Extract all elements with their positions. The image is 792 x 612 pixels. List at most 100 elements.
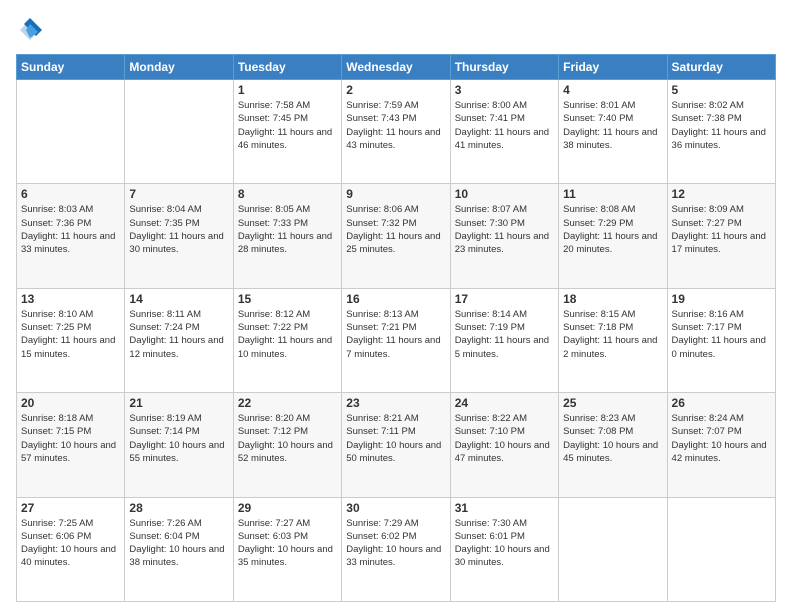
calendar-cell: 25 Sunrise: 8:23 AM Sunset: 7:08 PM Dayli… — [559, 393, 667, 497]
calendar-cell: 30 Sunrise: 7:29 AM Sunset: 6:02 PM Dayli… — [342, 497, 450, 601]
calendar-body: 1 Sunrise: 7:58 AM Sunset: 7:45 PM Daylig… — [17, 80, 776, 602]
day-info: Sunrise: 8:15 AM Sunset: 7:18 PM Dayligh… — [563, 308, 662, 361]
weekday-header-thursday: Thursday — [450, 55, 558, 80]
calendar-cell: 1 Sunrise: 7:58 AM Sunset: 7:45 PM Daylig… — [233, 80, 341, 184]
day-info: Sunrise: 8:02 AM Sunset: 7:38 PM Dayligh… — [672, 99, 771, 152]
calendar-cell: 16Sunrise: 8:13 AM Sunset: 7:21 PM Dayli… — [342, 288, 450, 392]
calendar-cell: 26 Sunrise: 8:24 AM Sunset: 7:07 PM Dayli… — [667, 393, 775, 497]
day-number: 12 — [672, 187, 771, 201]
calendar-cell: 8Sunrise: 8:05 AM Sunset: 7:33 PM Daylig… — [233, 184, 341, 288]
calendar-cell — [17, 80, 125, 184]
day-number: 23 — [346, 396, 445, 410]
calendar-cell: 13 Sunrise: 8:10 AM Sunset: 7:25 PM Dayli… — [17, 288, 125, 392]
day-info: Sunrise: 8:11 AM Sunset: 7:24 PM Dayligh… — [129, 308, 228, 361]
weekday-header-tuesday: Tuesday — [233, 55, 341, 80]
calendar-cell: 10 Sunrise: 8:07 AM Sunset: 7:30 PM Dayli… — [450, 184, 558, 288]
day-number: 16 — [346, 292, 445, 306]
day-number: 18 — [563, 292, 662, 306]
calendar-cell: 4 Sunrise: 8:01 AM Sunset: 7:40 PM Daylig… — [559, 80, 667, 184]
logo-icon — [16, 16, 44, 44]
day-number: 7 — [129, 187, 228, 201]
calendar-week-2: 6Sunrise: 8:03 AM Sunset: 7:36 PM Daylig… — [17, 184, 776, 288]
day-info: Sunrise: 8:07 AM Sunset: 7:30 PM Dayligh… — [455, 203, 554, 256]
calendar-cell: 3Sunrise: 8:00 AM Sunset: 7:41 PM Daylig… — [450, 80, 558, 184]
day-number: 22 — [238, 396, 337, 410]
calendar-cell: 22Sunrise: 8:20 AM Sunset: 7:12 PM Dayli… — [233, 393, 341, 497]
calendar-cell — [667, 497, 775, 601]
day-info: Sunrise: 8:01 AM Sunset: 7:40 PM Dayligh… — [563, 99, 662, 152]
calendar-week-3: 13 Sunrise: 8:10 AM Sunset: 7:25 PM Dayli… — [17, 288, 776, 392]
day-info: Sunrise: 8:08 AM Sunset: 7:29 PM Dayligh… — [563, 203, 662, 256]
calendar-cell: 31 Sunrise: 7:30 AM Sunset: 6:01 PM Dayli… — [450, 497, 558, 601]
day-number: 15 — [238, 292, 337, 306]
calendar-cell: 6Sunrise: 8:03 AM Sunset: 7:36 PM Daylig… — [17, 184, 125, 288]
weekday-row: SundayMondayTuesdayWednesdayThursdayFrid… — [17, 55, 776, 80]
calendar-cell: 15 Sunrise: 8:12 AM Sunset: 7:22 PM Dayli… — [233, 288, 341, 392]
day-number: 29 — [238, 501, 337, 515]
day-info: Sunrise: 7:59 AM Sunset: 7:43 PM Dayligh… — [346, 99, 445, 152]
calendar-cell: 23Sunrise: 8:21 AM Sunset: 7:11 PM Dayli… — [342, 393, 450, 497]
day-number: 26 — [672, 396, 771, 410]
calendar-cell: 7 Sunrise: 8:04 AM Sunset: 7:35 PM Daylig… — [125, 184, 233, 288]
day-info: Sunrise: 7:26 AM Sunset: 6:04 PM Dayligh… — [129, 517, 228, 570]
day-info: Sunrise: 7:30 AM Sunset: 6:01 PM Dayligh… — [455, 517, 554, 570]
day-info: Sunrise: 8:22 AM Sunset: 7:10 PM Dayligh… — [455, 412, 554, 465]
header — [16, 16, 776, 44]
calendar-cell: 2Sunrise: 7:59 AM Sunset: 7:43 PM Daylig… — [342, 80, 450, 184]
day-info: Sunrise: 8:10 AM Sunset: 7:25 PM Dayligh… — [21, 308, 120, 361]
calendar-week-4: 20Sunrise: 8:18 AM Sunset: 7:15 PM Dayli… — [17, 393, 776, 497]
day-number: 5 — [672, 83, 771, 97]
calendar-cell: 9 Sunrise: 8:06 AM Sunset: 7:32 PM Daylig… — [342, 184, 450, 288]
logo — [16, 16, 48, 44]
calendar-cell: 28 Sunrise: 7:26 AM Sunset: 6:04 PM Dayli… — [125, 497, 233, 601]
calendar: SundayMondayTuesdayWednesdayThursdayFrid… — [16, 54, 776, 602]
calendar-cell: 14Sunrise: 8:11 AM Sunset: 7:24 PM Dayli… — [125, 288, 233, 392]
day-number: 11 — [563, 187, 662, 201]
day-info: Sunrise: 8:04 AM Sunset: 7:35 PM Dayligh… — [129, 203, 228, 256]
day-info: Sunrise: 8:12 AM Sunset: 7:22 PM Dayligh… — [238, 308, 337, 361]
calendar-cell — [125, 80, 233, 184]
day-info: Sunrise: 8:19 AM Sunset: 7:14 PM Dayligh… — [129, 412, 228, 465]
day-number: 21 — [129, 396, 228, 410]
day-number: 25 — [563, 396, 662, 410]
weekday-header-monday: Monday — [125, 55, 233, 80]
day-info: Sunrise: 8:14 AM Sunset: 7:19 PM Dayligh… — [455, 308, 554, 361]
weekday-header-sunday: Sunday — [17, 55, 125, 80]
day-number: 27 — [21, 501, 120, 515]
day-number: 24 — [455, 396, 554, 410]
day-info: Sunrise: 8:09 AM Sunset: 7:27 PM Dayligh… — [672, 203, 771, 256]
weekday-header-wednesday: Wednesday — [342, 55, 450, 80]
calendar-cell: 21 Sunrise: 8:19 AM Sunset: 7:14 PM Dayli… — [125, 393, 233, 497]
calendar-week-1: 1 Sunrise: 7:58 AM Sunset: 7:45 PM Daylig… — [17, 80, 776, 184]
weekday-header-saturday: Saturday — [667, 55, 775, 80]
day-info: Sunrise: 8:24 AM Sunset: 7:07 PM Dayligh… — [672, 412, 771, 465]
calendar-cell: 24 Sunrise: 8:22 AM Sunset: 7:10 PM Dayli… — [450, 393, 558, 497]
day-number: 13 — [21, 292, 120, 306]
day-number: 8 — [238, 187, 337, 201]
day-info: Sunrise: 7:58 AM Sunset: 7:45 PM Dayligh… — [238, 99, 337, 152]
calendar-cell: 17 Sunrise: 8:14 AM Sunset: 7:19 PM Dayli… — [450, 288, 558, 392]
day-number: 20 — [21, 396, 120, 410]
day-number: 9 — [346, 187, 445, 201]
calendar-cell: 12 Sunrise: 8:09 AM Sunset: 7:27 PM Dayli… — [667, 184, 775, 288]
day-info: Sunrise: 8:23 AM Sunset: 7:08 PM Dayligh… — [563, 412, 662, 465]
calendar-cell: 27 Sunrise: 7:25 AM Sunset: 6:06 PM Dayli… — [17, 497, 125, 601]
day-info: Sunrise: 7:29 AM Sunset: 6:02 PM Dayligh… — [346, 517, 445, 570]
day-info: Sunrise: 8:16 AM Sunset: 7:17 PM Dayligh… — [672, 308, 771, 361]
day-info: Sunrise: 8:06 AM Sunset: 7:32 PM Dayligh… — [346, 203, 445, 256]
calendar-header: SundayMondayTuesdayWednesdayThursdayFrid… — [17, 55, 776, 80]
calendar-cell: 5 Sunrise: 8:02 AM Sunset: 7:38 PM Daylig… — [667, 80, 775, 184]
day-number: 10 — [455, 187, 554, 201]
day-number: 4 — [563, 83, 662, 97]
day-number: 17 — [455, 292, 554, 306]
day-number: 28 — [129, 501, 228, 515]
calendar-cell: 19Sunrise: 8:16 AM Sunset: 7:17 PM Dayli… — [667, 288, 775, 392]
day-number: 6 — [21, 187, 120, 201]
day-number: 31 — [455, 501, 554, 515]
weekday-header-friday: Friday — [559, 55, 667, 80]
day-info: Sunrise: 7:25 AM Sunset: 6:06 PM Dayligh… — [21, 517, 120, 570]
day-number: 1 — [238, 83, 337, 97]
calendar-cell: 11 Sunrise: 8:08 AM Sunset: 7:29 PM Dayli… — [559, 184, 667, 288]
calendar-cell: 18 Sunrise: 8:15 AM Sunset: 7:18 PM Dayli… — [559, 288, 667, 392]
day-number: 30 — [346, 501, 445, 515]
